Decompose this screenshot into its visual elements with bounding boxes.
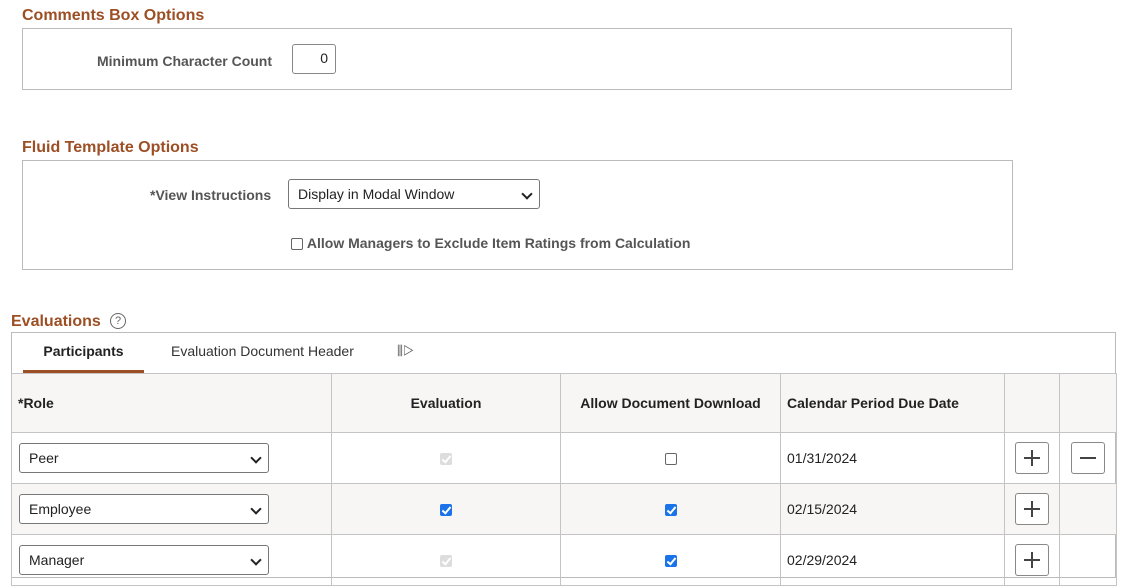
col-evaluation: Evaluation — [331, 373, 561, 433]
due-date: 01/31/2024 — [780, 432, 1005, 484]
tab-evaluation-document-header[interactable]: Evaluation Document Header — [171, 343, 354, 359]
evaluation-checkbox[interactable] — [440, 504, 452, 517]
fluid-section-title: Fluid Template Options — [22, 139, 199, 156]
download-checkbox[interactable] — [664, 453, 677, 466]
view-instructions-value: Display in Modal Window — [298, 186, 455, 202]
due-date: 02/15/2024 — [780, 483, 1005, 535]
view-instructions-select[interactable]: Display in Modal Window — [288, 179, 540, 209]
exclude-ratings-option[interactable]: Allow Managers to Exclude Item Ratings f… — [291, 235, 690, 251]
min-char-input[interactable]: 0 — [292, 44, 336, 74]
role-select[interactable]: Employee — [19, 494, 269, 524]
tab-participants[interactable]: Participants — [23, 332, 144, 373]
exclude-ratings-checkbox[interactable] — [291, 238, 303, 251]
min-char-label: Minimum Character Count — [97, 53, 273, 69]
table-row: Manager 02/29/2024 — [11, 534, 1117, 586]
download-checkbox[interactable] — [664, 504, 677, 517]
table-row: Employee 02/15/2024 — [11, 483, 1117, 535]
col-download: Allow Document Download — [560, 373, 781, 433]
help-icon[interactable]: ? — [110, 313, 126, 329]
participants-table: *Role Evaluation Allow Document Download… — [11, 373, 1117, 586]
evaluation-checkbox — [440, 555, 452, 568]
role-select[interactable]: Manager — [19, 545, 269, 575]
exclude-ratings-label: Allow Managers to Exclude Item Ratings f… — [306, 235, 691, 251]
add-row-button[interactable] — [1015, 493, 1049, 525]
col-delete — [1059, 373, 1117, 433]
role-value: Employee — [29, 501, 92, 517]
col-due-date: Calendar Period Due Date — [780, 373, 1005, 433]
table-header-row: *Role Evaluation Allow Document Download… — [11, 373, 1117, 433]
table-row: Peer 01/31/2024 — [11, 432, 1117, 484]
due-date: 02/29/2024 — [780, 534, 1005, 586]
role-value: Manager — [29, 552, 85, 568]
view-instructions-label: *View Instructions — [150, 187, 272, 203]
show-all-tabs-icon[interactable]: ⫼▷ — [397, 343, 415, 359]
role-select[interactable]: Peer — [19, 443, 269, 473]
add-row-button[interactable] — [1015, 442, 1049, 474]
role-value: Peer — [29, 450, 59, 466]
comments-section-title: Comments Box Options — [22, 7, 205, 24]
evaluations-title: Evaluations — [11, 313, 101, 330]
delete-row-button[interactable] — [1071, 442, 1105, 474]
download-checkbox[interactable] — [664, 555, 677, 568]
evaluation-checkbox — [440, 453, 452, 466]
fluid-box — [22, 160, 1013, 270]
add-row-button[interactable] — [1015, 544, 1049, 576]
col-add — [1004, 373, 1060, 433]
col-role: *Role — [11, 373, 332, 433]
